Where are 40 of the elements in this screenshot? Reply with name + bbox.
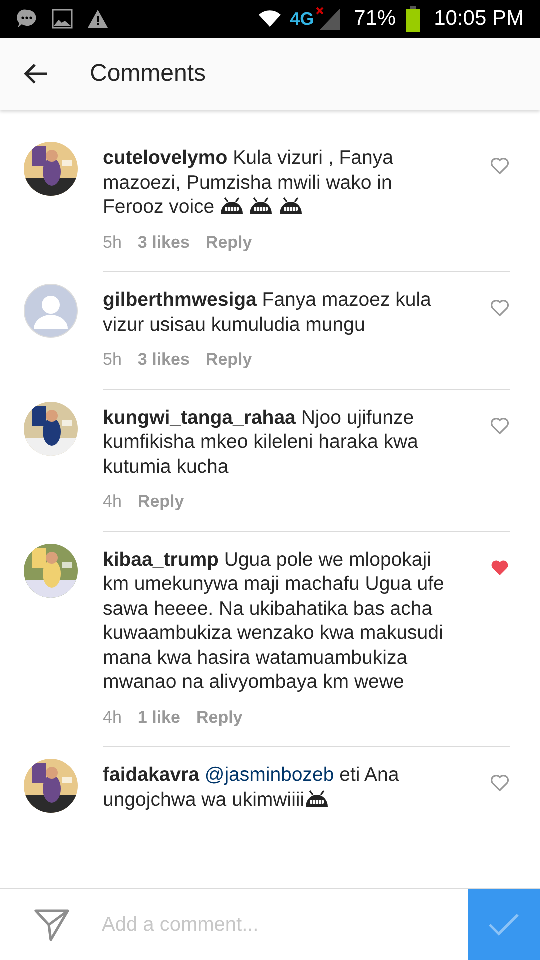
clock: 10:05 PM [434, 6, 524, 32]
heart-icon[interactable] [490, 298, 510, 318]
grinning-face-icon [220, 197, 244, 215]
likes-link[interactable]: 3 likes [138, 230, 190, 255]
reply-link[interactable]: Reply [206, 230, 252, 255]
comment-text: kibaa_trump Ugua pole we mlopokaji km umekunywa maji machafu Ugua ufe sawa heeee. Na ukibahatika bas acha kuwaambukiza wenzako kwa makusudi mana kwa hasira watamuambukiza mwanao na alivyombaya km wewe [103, 548, 446, 694]
network-type: 4G [290, 8, 314, 30]
warning-icon [87, 9, 109, 29]
comment-text: kungwi_tanga_rahaa Njoo ujifunze kumfikisha mkeo kileleni haraka kwa kutumia kucha [103, 406, 420, 479]
back-arrow-icon [23, 62, 49, 86]
grinning-face-icon [278, 197, 303, 215]
signal-icon [316, 7, 342, 31]
avatar-placeholder-icon[interactable] [24, 284, 78, 338]
comment-time: 4h [103, 491, 122, 513]
reply-link[interactable]: Reply [196, 704, 243, 730]
comment-text: faidakavra @jasminbozeb eti Ana ungojchwa wa ukimwiiii [103, 763, 400, 812]
send-icon[interactable] [34, 908, 70, 942]
comment-time: 4h [103, 706, 122, 728]
post-button[interactable] [468, 888, 540, 960]
battery-percent: 71% [354, 6, 396, 32]
reply-link[interactable]: Reply [206, 347, 252, 372]
chat-icon [16, 8, 38, 30]
heart-icon[interactable] [490, 156, 510, 176]
comment-time: 5h [103, 349, 122, 371]
comment-text: gilberthmwesiga Fanya mazoez kula vizur usisau kumuludia mungu [103, 288, 432, 337]
likes-link[interactable]: 3 likes [138, 347, 190, 372]
comment-time: 5h [103, 232, 122, 254]
heart-icon[interactable] [490, 773, 510, 793]
reply-link[interactable]: Reply [138, 489, 184, 514]
checkmark-icon [488, 912, 520, 936]
likes-link[interactable]: 1 like [138, 704, 180, 730]
grinning-face-icon [304, 790, 329, 808]
comment-field[interactable]: Add a comment... [102, 910, 468, 940]
wifi-icon [258, 10, 282, 28]
battery-icon [406, 6, 420, 32]
page-title: Comments [90, 59, 206, 89]
grinning-face-icon [249, 197, 274, 215]
heart-icon[interactable] [490, 416, 510, 436]
image-icon [52, 9, 73, 29]
comment-text: cutelovelymo Kula vizuri , Fanya mazoezi, Pumzisha mwili wako in Ferooz voice [103, 146, 394, 220]
